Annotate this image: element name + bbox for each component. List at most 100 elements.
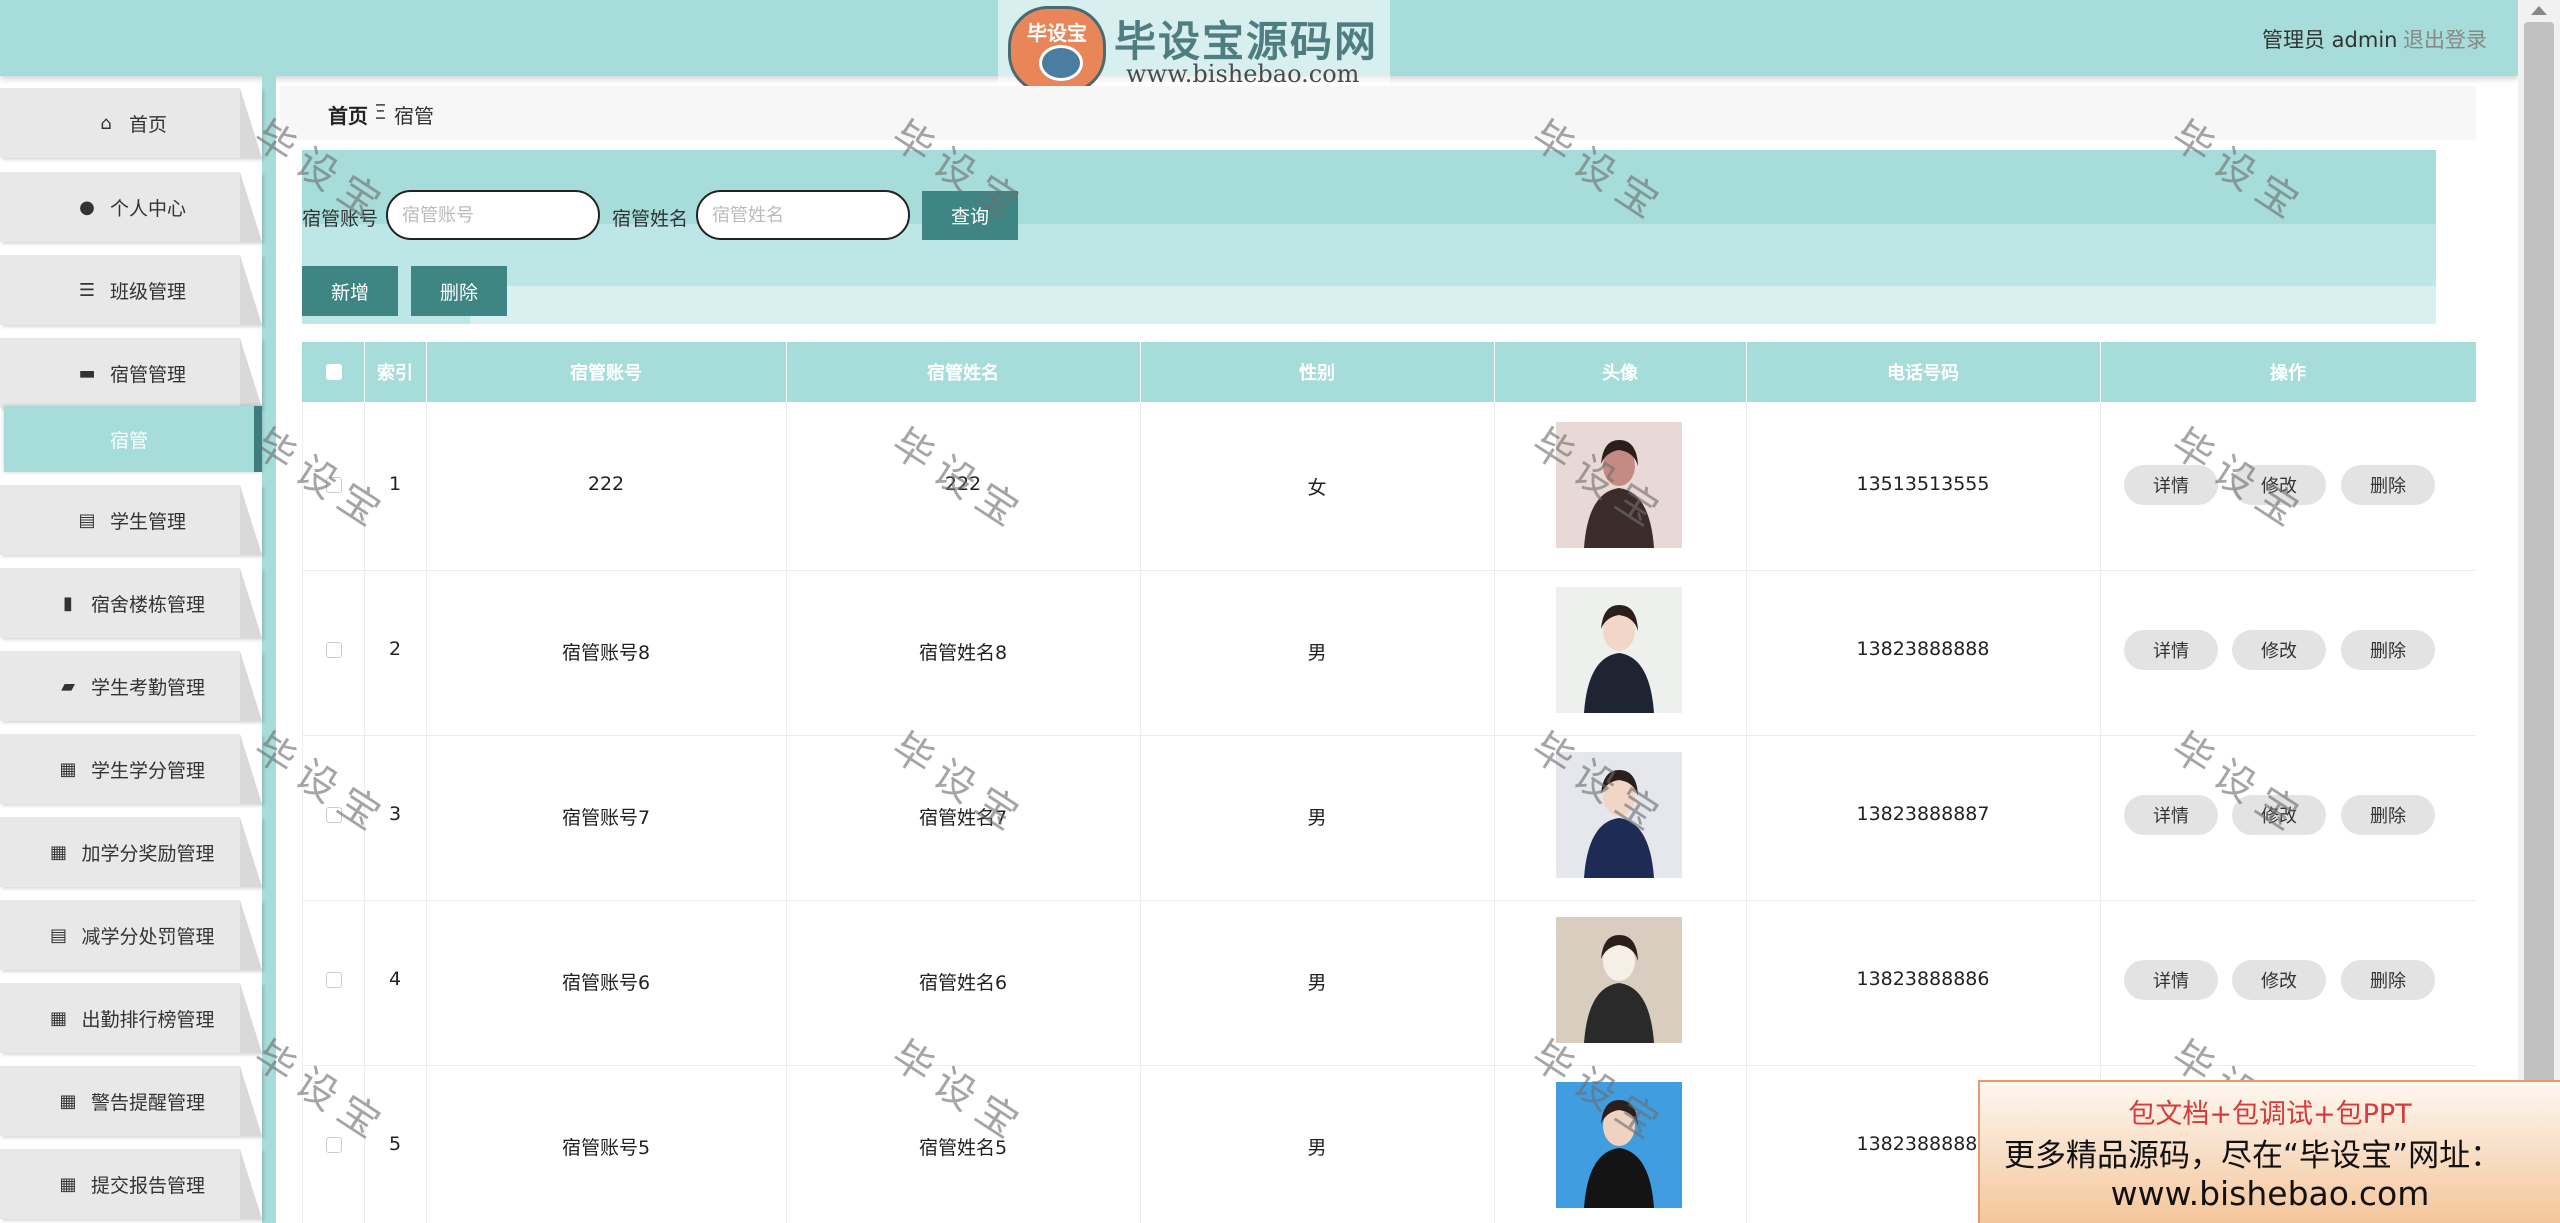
column-header-actions: 操作 [2270, 363, 2306, 384]
grid-icon: ▦ [59, 758, 77, 780]
bar-chart-icon: ▮ [63, 592, 73, 614]
sidebar-item-3[interactable]: ▬ 宿管管理 [0, 338, 262, 408]
user-icon: ● [79, 196, 95, 218]
home-icon: ⌂ [100, 112, 112, 134]
detail-button[interactable]: 详情 [2124, 465, 2218, 505]
sliders-icon: ☰ [78, 279, 96, 301]
cell-phone: 13823888887 [1856, 803, 1990, 825]
avatar [1556, 1082, 1682, 1208]
delete-button[interactable]: 删除 [2341, 960, 2435, 1000]
cell-name: 宿管姓名5 [918, 1137, 1008, 1159]
cell-account: 宿管账号7 [561, 807, 651, 829]
cell-phone: 13823888886 [1856, 968, 1990, 990]
sidebar-item-5[interactable]: ▮ 宿舍楼栋管理 [0, 568, 262, 638]
delete-button[interactable]: 删除 [2341, 795, 2435, 835]
sidebar-item-label: 加学分奖励管理 [81, 842, 215, 865]
column-header-phone: 电话号码 [1887, 363, 1959, 384]
delete-button[interactable]: 删除 [2341, 630, 2435, 670]
account-search-input[interactable] [386, 190, 600, 240]
logo-url: www.bishebao.com [1126, 60, 1360, 88]
cell-account: 222 [587, 473, 625, 495]
cell-account: 宿管账号8 [561, 642, 651, 664]
sidebar-item-2[interactable]: ☰ 班级管理 [0, 255, 262, 325]
sidebar-item-label: 警告提醒管理 [90, 1091, 205, 1114]
row-checkbox[interactable] [326, 477, 342, 493]
edit-button[interactable]: 修改 [2232, 795, 2326, 835]
row-checkbox[interactable] [326, 807, 342, 823]
delete-button[interactable]: 删除 [2341, 465, 2435, 505]
sidebar-item-0[interactable]: ⌂ 首页 [0, 88, 262, 158]
scrollbar-thumb[interactable] [2524, 22, 2554, 1132]
sidebar-item-6[interactable]: ▰ 学生考勤管理 [0, 651, 262, 721]
sidebar-item-12[interactable]: ▦ 提交报告管理 [0, 1149, 262, 1219]
cell-account: 宿管账号5 [561, 1137, 651, 1159]
breadcrumb-home[interactable]: 首页 [328, 100, 368, 129]
logout-link[interactable]: 退出登录 [2403, 24, 2487, 54]
row-checkbox[interactable] [326, 972, 342, 988]
delete-selected-button[interactable]: 删除 [411, 266, 507, 316]
sidebar-item-label: 提交报告管理 [90, 1174, 205, 1197]
sidebar-item-9[interactable]: ▤ 减学分处罚管理 [0, 900, 262, 970]
column-header-gender: 性别 [1299, 363, 1335, 384]
add-button[interactable]: 新增 [302, 266, 398, 316]
detail-button[interactable]: 详情 [2124, 795, 2218, 835]
breadcrumb-current: 宿管 [394, 104, 434, 128]
sidebar-item-7[interactable]: ▦ 学生学分管理 [0, 734, 262, 804]
table-header: 索引 宿管账号 宿管姓名 性别 头像 电话号码 操作 [302, 342, 2476, 402]
cell-gender: 男 [1307, 1137, 1327, 1159]
sidebar-subitem-dorm-manager[interactable]: 宿管 [4, 406, 262, 472]
row-checkbox[interactable] [326, 642, 342, 658]
sidebar-strip [262, 76, 276, 1223]
edit-button[interactable]: 修改 [2232, 630, 2326, 670]
sidebar-item-label: 个人中心 [109, 197, 186, 220]
sidebar-item-label: 出勤排行榜管理 [81, 1008, 215, 1031]
sidebar-item-label: 减学分处罚管理 [81, 925, 215, 948]
row-checkbox[interactable] [326, 1137, 342, 1153]
column-header-name: 宿管姓名 [927, 363, 999, 384]
column-header-account: 宿管账号 [570, 363, 642, 384]
clipboard-icon: ▤ [78, 509, 96, 531]
sidebar-item-4[interactable]: ▤ 学生管理 [0, 485, 262, 555]
detail-button[interactable]: 详情 [2124, 630, 2218, 670]
cell-gender: 男 [1307, 642, 1327, 664]
desktop-icon: ▬ [78, 362, 96, 384]
cell-index: 1 [388, 473, 402, 495]
sidebar-item-label: 首页 [128, 113, 167, 136]
site-logo: 毕设宝 毕设宝源码网 www.bishebao.com [998, 0, 1390, 98]
sidebar-item-1[interactable]: ● 个人中心 [0, 172, 262, 242]
breadcrumb: 首页 Ξ 宿管 [280, 86, 2476, 140]
edit-button[interactable]: 修改 [2232, 960, 2326, 1000]
sidebar-item-10[interactable]: ▦ 出勤排行榜管理 [0, 983, 262, 1053]
scroll-up-icon[interactable] [2531, 6, 2547, 15]
cell-name: 222 [944, 473, 982, 495]
promo-line-2: 更多精品源码，尽在“毕设宝”网址： [2004, 1138, 2502, 1174]
briefcase-icon: ▰ [61, 675, 75, 697]
edit-button[interactable]: 修改 [2232, 465, 2326, 505]
cell-account: 宿管账号6 [561, 972, 651, 994]
grid-icon: ▦ [49, 1007, 67, 1029]
promo-url: www.bishebao.com [2110, 1174, 2430, 1213]
cell-index: 2 [388, 638, 402, 660]
sidebar-item-11[interactable]: ▦ 警告提醒管理 [0, 1066, 262, 1136]
detail-button[interactable]: 详情 [2124, 960, 2218, 1000]
sidebar-item-8[interactable]: ▦ 加学分奖励管理 [0, 817, 262, 887]
promo-line-1: 包文档+包调试+包PPT [2128, 1099, 2412, 1130]
name-search-input[interactable] [696, 190, 910, 240]
cell-name: 宿管姓名6 [918, 972, 1008, 994]
sidebar-item-label: 学生考勤管理 [90, 676, 205, 699]
cell-index: 3 [388, 803, 402, 825]
logo-badge-icon: 毕设宝 [1008, 6, 1106, 94]
grid-icon: ▦ [49, 841, 67, 863]
query-button[interactable]: 查询 [922, 191, 1018, 240]
sidebar-item-label: 班级管理 [109, 280, 186, 303]
promo-banner[interactable]: 包文档+包调试+包PPT 更多精品源码，尽在“毕设宝”网址： www.bishe… [1978, 1080, 2560, 1223]
breadcrumb-separator-icon: Ξ [374, 100, 387, 124]
avatar [1556, 587, 1682, 713]
cell-index: 4 [388, 968, 402, 990]
cell-gender: 男 [1307, 972, 1327, 994]
column-header-avatar: 头像 [1602, 363, 1638, 384]
name-label: 宿管姓名 [612, 208, 689, 230]
current-user: 管理员 admin [2262, 28, 2398, 52]
avatar [1556, 917, 1682, 1043]
select-all-checkbox[interactable] [326, 364, 342, 380]
